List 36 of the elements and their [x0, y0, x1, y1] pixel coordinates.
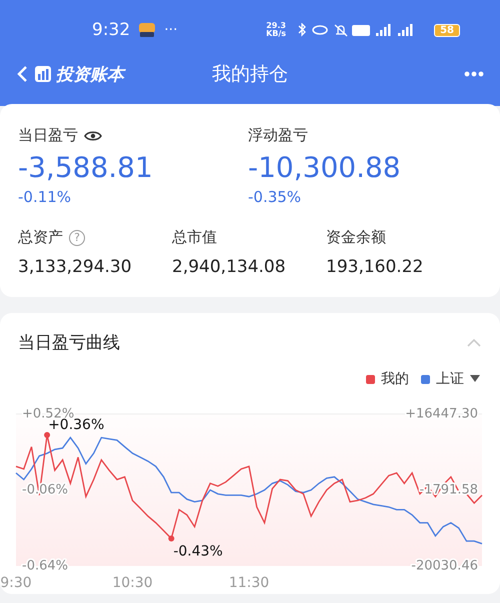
stat-label: 总市值	[172, 228, 217, 247]
page-title: 我的持仓	[212, 62, 288, 87]
section-title: 当日盈亏曲线	[18, 332, 120, 354]
axis-label: 11:30	[228, 575, 270, 591]
metric-label: 浮动盈亏	[248, 126, 308, 145]
axis-label: 9:30	[0, 575, 32, 591]
battery-level: 58	[434, 24, 460, 36]
stat-value: 2,940,134.08	[172, 257, 287, 277]
axis-label: -0.64%	[22, 558, 68, 574]
axis-label: +16447.30	[405, 406, 478, 422]
logo-icon	[34, 65, 52, 83]
legend-label[interactable]: 上证	[436, 370, 464, 388]
axis-label: -20030.46	[411, 558, 478, 574]
network-speed: 29.3 KB/s	[265, 22, 288, 38]
more-icon[interactable]	[464, 71, 484, 77]
stat-value: 3,133,294.30	[18, 257, 133, 277]
status-time: 9:32	[92, 20, 130, 40]
marker-dot	[44, 432, 50, 438]
app-icon	[138, 22, 156, 38]
back-icon[interactable]	[16, 65, 28, 83]
axis-label: 10:30	[112, 575, 153, 591]
legend-label[interactable]: 我的	[381, 370, 409, 388]
more-notifications: ···	[164, 22, 178, 38]
annotation-label: -0.43%	[173, 543, 223, 560]
dropdown-caret-icon[interactable]	[470, 375, 480, 383]
stat-label: 总资产	[18, 228, 63, 247]
metric-value: -3,588.81	[18, 151, 154, 184]
eye-icon[interactable]	[84, 130, 102, 142]
brand-name[interactable]: 投资账本	[56, 62, 124, 86]
metric-value: -10,300.88	[248, 151, 402, 184]
metric-label: 当日盈亏	[18, 126, 78, 145]
metric-percent: -0.11%	[18, 188, 72, 206]
stat-value: 193,160.22	[326, 257, 424, 277]
metric-percent: -0.35%	[248, 188, 302, 206]
marker-dot	[168, 535, 174, 542]
stat-label: 资金余额	[326, 228, 386, 247]
